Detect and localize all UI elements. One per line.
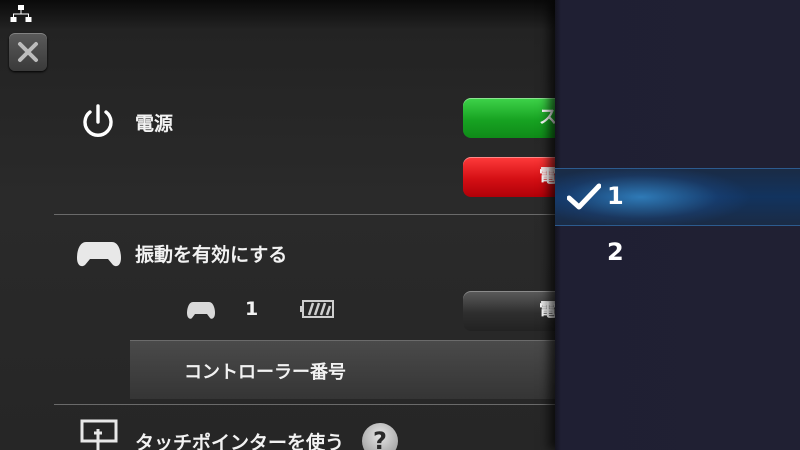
touch-pointer-icon xyxy=(80,419,118,450)
picker-option-2[interactable]: 2 xyxy=(555,225,800,281)
controller-number-label: コントローラー番号 xyxy=(184,362,346,383)
small-gamepad-icon xyxy=(187,302,215,319)
close-icon xyxy=(18,42,38,62)
vibration-label: 振動を有効にする xyxy=(135,244,288,266)
controller-number: 1 xyxy=(245,298,259,320)
controller-number-picker: 1 2 xyxy=(555,0,800,450)
divider xyxy=(54,214,555,215)
power-green-button[interactable]: ス xyxy=(463,98,555,138)
picker-option-label: 2 xyxy=(607,238,624,266)
power-icon xyxy=(83,104,113,137)
divider xyxy=(54,404,555,405)
network-icon xyxy=(10,5,32,22)
checkmark-icon xyxy=(567,183,601,210)
picker-option-1[interactable]: 1 xyxy=(555,168,800,226)
controller-gray-button[interactable]: 電 xyxy=(463,291,555,331)
help-icon[interactable]: ? xyxy=(362,423,398,450)
power-label: 電源 xyxy=(135,113,174,135)
controller-number-row[interactable]: コントローラー番号 xyxy=(130,340,555,399)
picker-option-label: 1 xyxy=(607,182,624,210)
settings-panel: 電源 ス 電 振動を有効にする 1 電 コントローラー番号 タッチポインターを使… xyxy=(0,0,555,450)
close-button[interactable] xyxy=(9,33,47,71)
touch-pointer-label: タッチポインターを使う xyxy=(135,432,345,450)
battery-icon xyxy=(300,300,334,318)
power-red-button[interactable]: 電 xyxy=(463,157,555,197)
gamepad-icon xyxy=(77,242,121,267)
